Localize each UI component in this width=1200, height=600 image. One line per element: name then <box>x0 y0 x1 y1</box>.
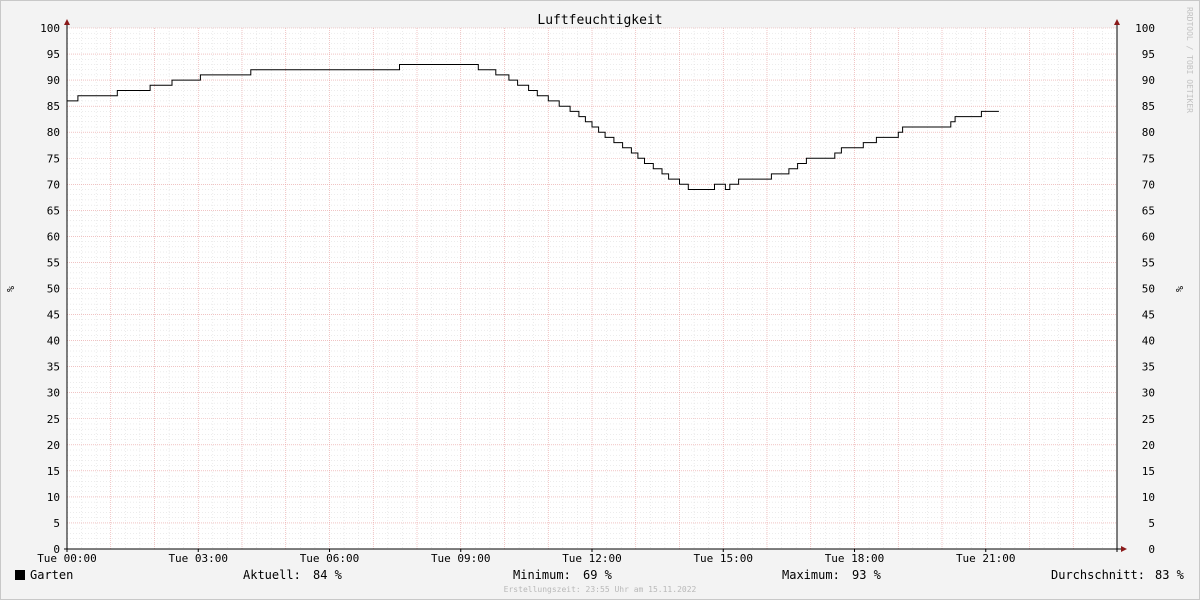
current-label: Aktuell: <box>243 568 301 582</box>
y-tick-label-right: 10 <box>1142 491 1155 504</box>
x-tick-label: Tue 18:00 <box>825 552 885 565</box>
y-tick-label-left: 90 <box>47 74 60 87</box>
y-tick-label-right: 75 <box>1142 152 1155 165</box>
minimum-label: Minimum: <box>513 568 571 582</box>
x-tick-label: Tue 03:00 <box>168 552 228 565</box>
minimum-value: 69 % <box>583 568 612 582</box>
average-value: 83 % <box>1155 568 1184 582</box>
y-tick-label-right: 25 <box>1142 413 1155 426</box>
y-tick-label-left: 80 <box>47 126 60 139</box>
x-axis-arrow <box>1121 546 1127 552</box>
y-tick-label-left: 45 <box>47 309 60 322</box>
x-tick-label: Tue 06:00 <box>300 552 360 565</box>
y-tick-label-right: 60 <box>1142 230 1155 243</box>
y-tick-label-left: 85 <box>47 100 60 113</box>
y-tick-label-left: 25 <box>47 413 60 426</box>
y-tick-label-right: 70 <box>1142 178 1155 191</box>
x-tick-label: Tue 00:00 <box>37 552 97 565</box>
y-tick-label-right: 45 <box>1142 309 1155 322</box>
y-axis-label-right: % <box>1173 286 1184 292</box>
y-tick-label-left: 35 <box>47 361 60 374</box>
y-tick-label-right: 40 <box>1142 335 1155 348</box>
average-label: Durchschnitt: <box>1051 568 1145 582</box>
y-tick-label-right: 55 <box>1142 256 1155 269</box>
chart-title: Luftfeuchtigkeit <box>537 13 662 28</box>
y-axis-arrow-right <box>1114 19 1120 25</box>
y-tick-label-right: 15 <box>1142 465 1155 478</box>
current-value: 84 % <box>313 568 342 582</box>
x-tick-label: Tue 15:00 <box>693 552 753 565</box>
y-axis-label-left: % <box>4 286 15 292</box>
y-tick-label-left: 70 <box>47 178 60 191</box>
y-tick-label-left: 10 <box>47 491 60 504</box>
y-tick-label-left: 95 <box>47 48 60 61</box>
legend: Garten Aktuell: 84 % Minimum: 69 % Maxim… <box>0 568 1200 584</box>
y-tick-label-right: 65 <box>1142 204 1155 217</box>
y-tick-label-right: 100 <box>1135 22 1155 35</box>
y-tick-label-left: 15 <box>47 465 60 478</box>
y-tick-label-right: 20 <box>1142 439 1155 452</box>
y-tick-label-left: 55 <box>47 256 60 269</box>
humidity-chart: 0 05 510 1015 1520 2025 2530 3035 3540 4045 4550 50… <box>4 7 1194 565</box>
y-tick-label-right: 5 <box>1148 517 1155 530</box>
y-tick-label-left: 30 <box>47 387 60 400</box>
y-tick-label-right: 0 <box>1148 543 1155 556</box>
y-tick-label-right: 80 <box>1142 126 1155 139</box>
y-tick-label-left: 75 <box>47 152 60 165</box>
y-tick-label-right: 95 <box>1142 48 1155 61</box>
legend-swatch-garten <box>15 570 25 580</box>
y-tick-label-left: 60 <box>47 230 60 243</box>
legend-series-name: Garten <box>30 568 74 582</box>
x-tick-label: Tue 21:00 <box>956 552 1016 565</box>
y-axis-arrow-left <box>64 19 70 25</box>
y-tick-label-right: 30 <box>1142 387 1155 400</box>
y-tick-label-right: 35 <box>1142 361 1155 374</box>
y-tick-label-left: 5 <box>53 517 60 530</box>
y-tick-label-left: 20 <box>47 439 60 452</box>
y-tick-label-left: 100 <box>40 22 60 35</box>
y-tick-label-left: 40 <box>47 335 60 348</box>
y-tick-label-right: 50 <box>1142 283 1155 296</box>
creation-timestamp: Erstellungszeit: 23:55 Uhr am 15.11.2022 <box>503 585 697 594</box>
maximum-label: Maximum: <box>782 568 840 582</box>
watermark: RRDTOOL / TOBI OETIKER <box>1185 7 1194 113</box>
maximum-value: 93 % <box>852 568 881 582</box>
y-tick-label-right: 90 <box>1142 74 1155 87</box>
y-tick-label-right: 85 <box>1142 100 1155 113</box>
y-tick-label-left: 50 <box>47 283 60 296</box>
x-tick-label: Tue 09:00 <box>431 552 491 565</box>
y-tick-label-left: 65 <box>47 204 60 217</box>
x-tick-label: Tue 12:00 <box>562 552 622 565</box>
